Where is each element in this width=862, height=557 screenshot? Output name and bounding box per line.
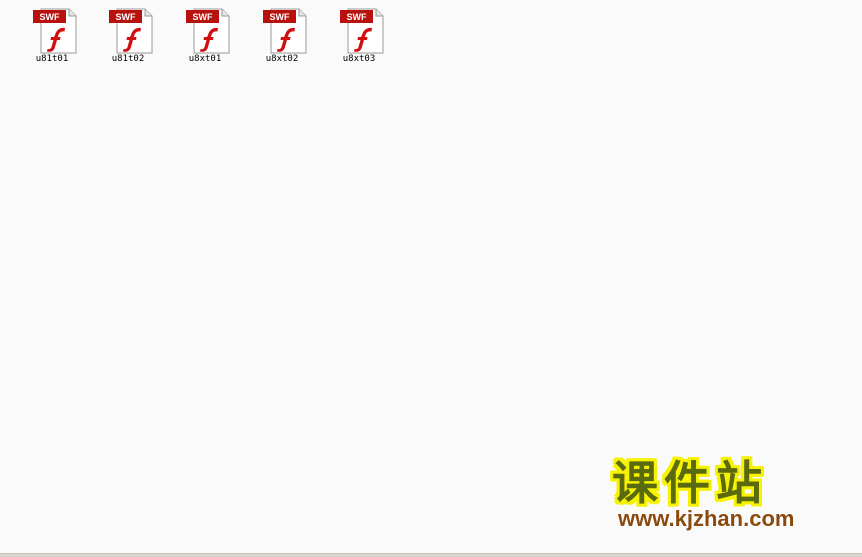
file-name-label: u8xt03 xyxy=(342,54,376,64)
file-item[interactable]: SWF u8xt03 xyxy=(329,6,389,68)
file-name-label: u8xt01 xyxy=(188,54,222,64)
svg-text:SWF: SWF xyxy=(116,12,136,22)
svg-text:SWF: SWF xyxy=(193,12,213,22)
file-item[interactable]: SWF u8xt01 xyxy=(175,6,235,68)
swf-file-icon: SWF xyxy=(340,8,384,54)
file-item[interactable]: SWF u81t02 xyxy=(98,6,158,68)
svg-text:SWF: SWF xyxy=(40,12,60,22)
svg-text:SWF: SWF xyxy=(347,12,367,22)
swf-file-icon: SWF xyxy=(186,8,230,54)
file-name-label: u8xt02 xyxy=(265,54,299,64)
file-name-label: u81t02 xyxy=(111,54,145,64)
swf-file-icon: SWF xyxy=(109,8,153,54)
swf-file-icon: SWF xyxy=(33,8,77,54)
bottom-edge-bar xyxy=(0,553,862,557)
file-item[interactable]: SWF u8xt02 xyxy=(252,6,312,68)
file-name-label: u81t01 xyxy=(35,54,69,64)
watermark-title: 课件站 xyxy=(612,456,768,510)
site-watermark: 课件站 www.kjzhan.com xyxy=(602,455,852,535)
svg-text:SWF: SWF xyxy=(270,12,290,22)
swf-file-icon: SWF xyxy=(263,8,307,54)
desktop-area[interactable]: SWF u81t01 SWF u81t02 SWF u8xt01 SWF u8x… xyxy=(0,0,862,553)
file-item[interactable]: SWF u81t01 xyxy=(22,6,82,68)
watermark-url: www.kjzhan.com xyxy=(618,506,795,531)
